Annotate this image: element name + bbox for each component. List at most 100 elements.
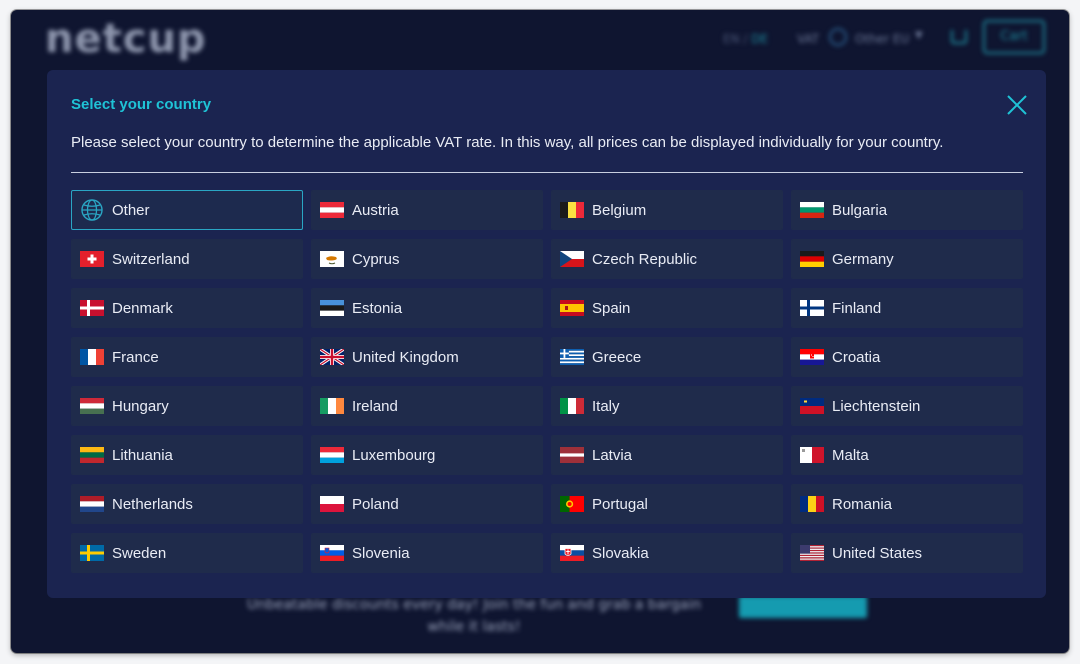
country-option-liechtenstein[interactable]: Liechtenstein	[791, 386, 1023, 426]
flag-spain-icon	[560, 300, 584, 316]
promo-cta-button[interactable]	[739, 596, 867, 618]
country-option-label: Spain	[592, 299, 631, 317]
country-option-portugal[interactable]: Portugal	[551, 484, 783, 524]
country-option-ireland[interactable]: Ireland	[311, 386, 543, 426]
country-option-finland[interactable]: Finland	[791, 288, 1023, 328]
flag-united-states-icon	[800, 545, 824, 561]
country-option-label: Germany	[832, 250, 894, 268]
country-option-label: Lithuania	[112, 446, 173, 464]
flag-portugal-icon	[560, 496, 584, 512]
country-option-label: Netherlands	[112, 495, 193, 513]
flag-germany-icon	[800, 251, 824, 267]
country-select-modal: Select your country Please select your c…	[47, 70, 1046, 598]
flag-liechtenstein-icon	[800, 398, 824, 414]
country-option-label: Slovenia	[352, 544, 410, 562]
chevron-down-icon[interactable]: ▼	[915, 30, 923, 41]
country-option-estonia[interactable]: Estonia	[311, 288, 543, 328]
country-option-spain[interactable]: Spain	[551, 288, 783, 328]
language-current[interactable]: EN	[723, 32, 740, 46]
flag-switzerland-icon	[80, 251, 104, 267]
flag-greece-icon	[560, 349, 584, 365]
country-option-romania[interactable]: Romania	[791, 484, 1023, 524]
flag-lithuania-icon	[80, 447, 104, 463]
close-icon[interactable]	[1004, 92, 1030, 118]
country-option-belgium[interactable]: Belgium	[551, 190, 783, 230]
flag-malta-icon	[800, 447, 824, 463]
flag-cyprus-icon	[320, 251, 344, 267]
country-option-other[interactable]: Other	[71, 190, 303, 230]
country-option-label: Austria	[352, 201, 399, 219]
cart-icon[interactable]	[951, 30, 967, 44]
country-option-cyprus[interactable]: Cyprus	[311, 239, 543, 279]
country-option-label: Ireland	[352, 397, 398, 415]
country-option-luxembourg[interactable]: Luxembourg	[311, 435, 543, 475]
netcup-logo[interactable]: netcup	[45, 16, 207, 62]
country-option-poland[interactable]: Poland	[311, 484, 543, 524]
flag-italy-icon	[560, 398, 584, 414]
country-option-label: Romania	[832, 495, 893, 513]
flag-ireland-icon	[320, 398, 344, 414]
modal-title: Select your country	[71, 96, 212, 113]
divider	[71, 172, 1023, 173]
promo-text: Unbeatable discounts every day! Join the…	[246, 597, 702, 635]
browser-viewport: netcup EN / DE VAT Other EU ▼ Cart Unbea…	[11, 10, 1069, 653]
country-option-label: Latvia	[592, 446, 633, 464]
cart-button[interactable]: Cart	[983, 20, 1045, 54]
country-option-label: Poland	[352, 495, 399, 513]
flag-finland-icon	[800, 300, 824, 316]
country-option-denmark[interactable]: Denmark	[71, 288, 303, 328]
country-option-sweden[interactable]: Sweden	[71, 533, 303, 573]
country-option-austria[interactable]: Austria	[311, 190, 543, 230]
flag-france-icon	[80, 349, 104, 365]
vat-country-selector[interactable]: Other EU	[855, 32, 909, 46]
country-option-switzerland[interactable]: Switzerland	[71, 239, 303, 279]
country-option-germany[interactable]: Germany	[791, 239, 1023, 279]
vat-globe-icon[interactable]	[829, 28, 847, 46]
country-option-netherlands[interactable]: Netherlands	[71, 484, 303, 524]
country-option-label: United States	[832, 544, 923, 562]
country-option-label: Belgium	[592, 201, 647, 219]
country-option-label: Sweden	[112, 544, 167, 562]
flag-united-kingdom-icon	[320, 349, 344, 365]
close-button[interactable]	[1004, 92, 1030, 118]
country-option-hungary[interactable]: Hungary	[71, 386, 303, 426]
flag-slovakia-icon	[560, 545, 584, 561]
country-option-label: Liechtenstein	[832, 397, 921, 415]
country-option-label: Greece	[592, 348, 642, 366]
flag-austria-icon	[320, 202, 344, 218]
flag-luxembourg-icon	[320, 447, 344, 463]
flag-slovenia-icon	[320, 545, 344, 561]
country-option-malta[interactable]: Malta	[791, 435, 1023, 475]
language-switch[interactable]: EN / DE	[723, 32, 768, 46]
country-option-united-states[interactable]: United States	[791, 533, 1023, 573]
country-option-bulgaria[interactable]: Bulgaria	[791, 190, 1023, 230]
flag-estonia-icon	[320, 300, 344, 316]
country-option-label: Estonia	[352, 299, 403, 317]
country-option-label: Portugal	[592, 495, 648, 513]
country-option-united-kingdom[interactable]: United Kingdom	[311, 337, 543, 377]
flag-romania-icon	[800, 496, 824, 512]
country-option-label: Hungary	[112, 397, 169, 415]
country-option-label: Italy	[592, 397, 620, 415]
vat-label: VAT	[797, 32, 820, 46]
country-option-france[interactable]: France	[71, 337, 303, 377]
country-option-lithuania[interactable]: Lithuania	[71, 435, 303, 475]
country-option-label: Malta	[832, 446, 869, 464]
flag-hungary-icon	[80, 398, 104, 414]
country-grid: Other Austria Belgium Bulgaria Switzerland Cy…	[71, 190, 1023, 573]
country-option-slovenia[interactable]: Slovenia	[311, 533, 543, 573]
flag-denmark-icon	[80, 300, 104, 316]
country-option-slovakia[interactable]: Slovakia	[551, 533, 783, 573]
modal-description: Please select your country to determine …	[71, 134, 944, 151]
country-option-czech-republic[interactable]: Czech Republic	[551, 239, 783, 279]
country-option-label: France	[112, 348, 159, 366]
flag-czech-republic-icon	[560, 251, 584, 267]
country-option-latvia[interactable]: Latvia	[551, 435, 783, 475]
country-option-label: Other	[112, 201, 150, 219]
country-option-label: Luxembourg	[352, 446, 436, 464]
country-option-italy[interactable]: Italy	[551, 386, 783, 426]
language-alt[interactable]: DE	[751, 32, 768, 46]
country-option-greece[interactable]: Greece	[551, 337, 783, 377]
country-option-croatia[interactable]: Croatia	[791, 337, 1023, 377]
language-separator: /	[743, 32, 748, 46]
